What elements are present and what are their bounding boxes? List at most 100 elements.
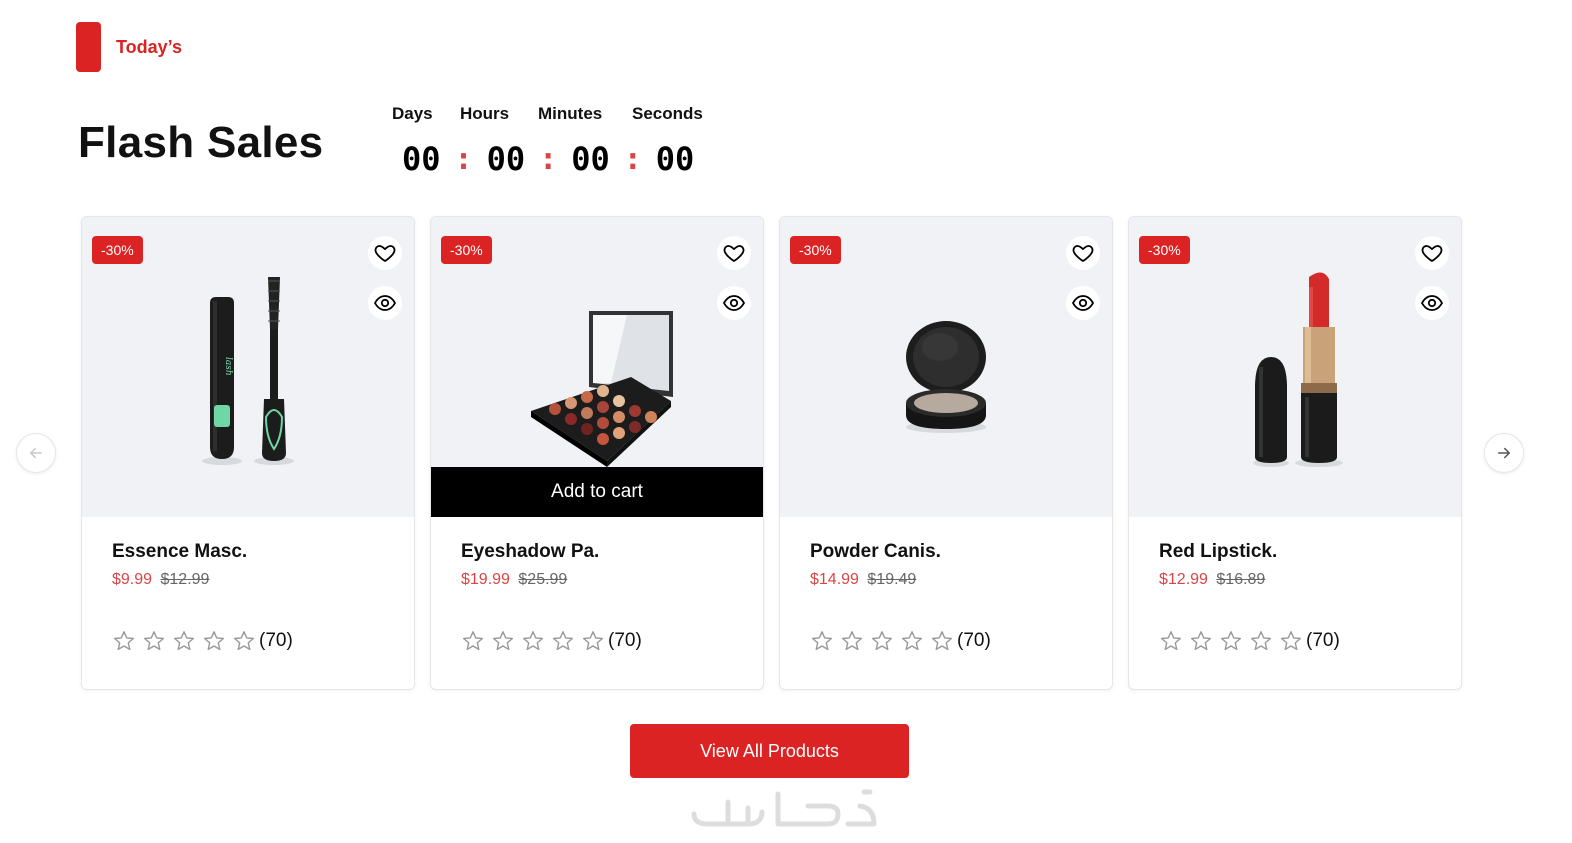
countdown-label-days: Days [392, 104, 433, 123]
product-info: Essence Masc. $9.99 $12.99 (70) [82, 517, 414, 653]
product-media: -30% Add to cart [431, 217, 763, 517]
svg-text:lash: lash [223, 357, 233, 376]
product-name[interactable]: Powder Canis. [810, 541, 1082, 563]
star-outline-icon [114, 631, 134, 651]
product-name[interactable]: Eyeshadow Pa. [461, 541, 733, 563]
product-media: lash -30% [82, 217, 414, 517]
product-price: $14.99 [810, 571, 859, 588]
star-outline-icon [234, 631, 254, 651]
star-outline-icon [1251, 631, 1271, 651]
eye-icon [1071, 295, 1095, 311]
star-outline-icon [493, 631, 513, 651]
star-outline-icon [902, 631, 922, 651]
section-tag-bar [76, 22, 101, 72]
quick-view-button[interactable] [717, 286, 751, 320]
star-outline-icon [932, 631, 952, 651]
product-info: Red Lipstick. $12.99 $16.89 (70) [1129, 517, 1461, 653]
wishlist-button[interactable] [717, 236, 751, 270]
product-rating: (70) [1159, 629, 1431, 653]
product-old-price: $19.49 [867, 571, 917, 588]
product-media: -30% [1129, 217, 1461, 517]
product-prices: $19.99 $25.99 [461, 571, 733, 589]
section-tag: Today’s [76, 22, 182, 72]
quick-view-button[interactable] [368, 286, 402, 320]
discount-badge: -30% [441, 236, 492, 264]
discount-badge: -30% [92, 236, 143, 264]
countdown-seconds: 00 [655, 140, 695, 178]
star-outline-icon [553, 631, 573, 651]
product-name[interactable]: Essence Masc. [112, 541, 384, 563]
arrow-right-icon [1498, 447, 1510, 459]
quick-view-button[interactable] [1415, 286, 1449, 320]
discount-badge: -30% [790, 236, 841, 264]
product-info: Powder Canis. $14.99 $19.49 (70) [780, 517, 1112, 653]
wishlist-button[interactable] [1415, 236, 1449, 270]
countdown-label-minutes: Minutes [538, 104, 603, 123]
star-outline-icon [1191, 631, 1211, 651]
product-old-price: $12.99 [160, 571, 210, 588]
eye-icon [1420, 295, 1444, 311]
star-outline-icon [1281, 631, 1301, 651]
heart-icon [1421, 245, 1443, 262]
review-count: (70) [608, 630, 642, 651]
quick-view-button[interactable] [1066, 286, 1100, 320]
star-outline-icon [812, 631, 832, 651]
star-outline-icon [1161, 631, 1181, 651]
product-rating: (70) [461, 629, 733, 653]
star-outline-icon [204, 631, 224, 651]
product-price: $9.99 [112, 571, 153, 588]
countdown-days: 00 [402, 140, 441, 178]
product-name[interactable]: Red Lipstick. [1159, 541, 1431, 563]
arrow-left-icon [30, 447, 42, 459]
eye-icon [373, 295, 397, 311]
product-old-price: $25.99 [518, 571, 568, 588]
eye-icon [722, 295, 746, 311]
heart-icon [374, 245, 396, 262]
star-outline-icon [872, 631, 892, 651]
carousel-next-button[interactable] [1484, 433, 1524, 473]
product-prices: $12.99 $16.89 [1159, 571, 1431, 589]
heart-icon [1072, 245, 1094, 262]
star-outline-icon [583, 631, 603, 651]
review-count: (70) [957, 630, 991, 651]
product-card[interactable]: -30% Red Lipstick. $12.99 $16.89 (70) [1128, 216, 1462, 690]
discount-badge: -30% [1139, 236, 1190, 264]
countdown-label-seconds: Seconds [632, 104, 703, 123]
product-price: $12.99 [1159, 571, 1208, 588]
wishlist-button[interactable] [368, 236, 402, 270]
star-outline-icon [842, 631, 862, 651]
heart-icon [723, 245, 745, 262]
countdown-separator: : [623, 141, 642, 177]
product-card[interactable]: -30% Powder Canis. $14.99 $19.49 (70) [779, 216, 1113, 690]
page-title: Flash Sales [78, 118, 324, 167]
product-media: -30% [780, 217, 1112, 517]
carousel-prev-button[interactable] [16, 433, 56, 473]
product-rating: (70) [112, 629, 384, 653]
product-card[interactable]: lash -30% Essence Masc. $9.99 $12.99 (70… [81, 216, 415, 690]
section-tag-label: Today’s [116, 36, 183, 57]
countdown-separator: : [539, 141, 558, 177]
product-carousel: lash -30% Essence Masc. $9.99 $12.99 (70… [81, 216, 1462, 690]
watermark-logo [691, 789, 877, 827]
star-outline-icon [463, 631, 483, 651]
add-to-cart-button[interactable]: Add to cart [431, 467, 763, 517]
countdown-separator: : [454, 141, 473, 177]
view-all-products-button[interactable]: View All Products [630, 724, 909, 778]
product-old-price: $16.89 [1216, 571, 1266, 588]
product-info: Eyeshadow Pa. $19.99 $25.99 (70) [431, 517, 763, 653]
star-outline-icon [1221, 631, 1241, 651]
star-outline-icon [523, 631, 543, 651]
countdown-minutes: 00 [571, 140, 610, 178]
countdown-labels: Days Hours Minutes Seconds [392, 104, 703, 124]
countdown-timer: Days Hours Minutes Seconds 00 : 00 : 00 … [392, 104, 703, 178]
star-outline-icon [174, 631, 194, 651]
product-prices: $14.99 $19.49 [810, 571, 1082, 589]
wishlist-button[interactable] [1066, 236, 1100, 270]
countdown-values: 00 : 00 : 00 : 00 [392, 140, 703, 178]
star-outline-icon [144, 631, 164, 651]
countdown-label-hours: Hours [460, 104, 510, 123]
product-card[interactable]: -30% Add to cart Eyeshadow Pa. $19.99 $2… [430, 216, 764, 690]
review-count: (70) [1306, 630, 1340, 651]
product-prices: $9.99 $12.99 [112, 571, 384, 589]
countdown-hours: 00 [486, 140, 526, 178]
